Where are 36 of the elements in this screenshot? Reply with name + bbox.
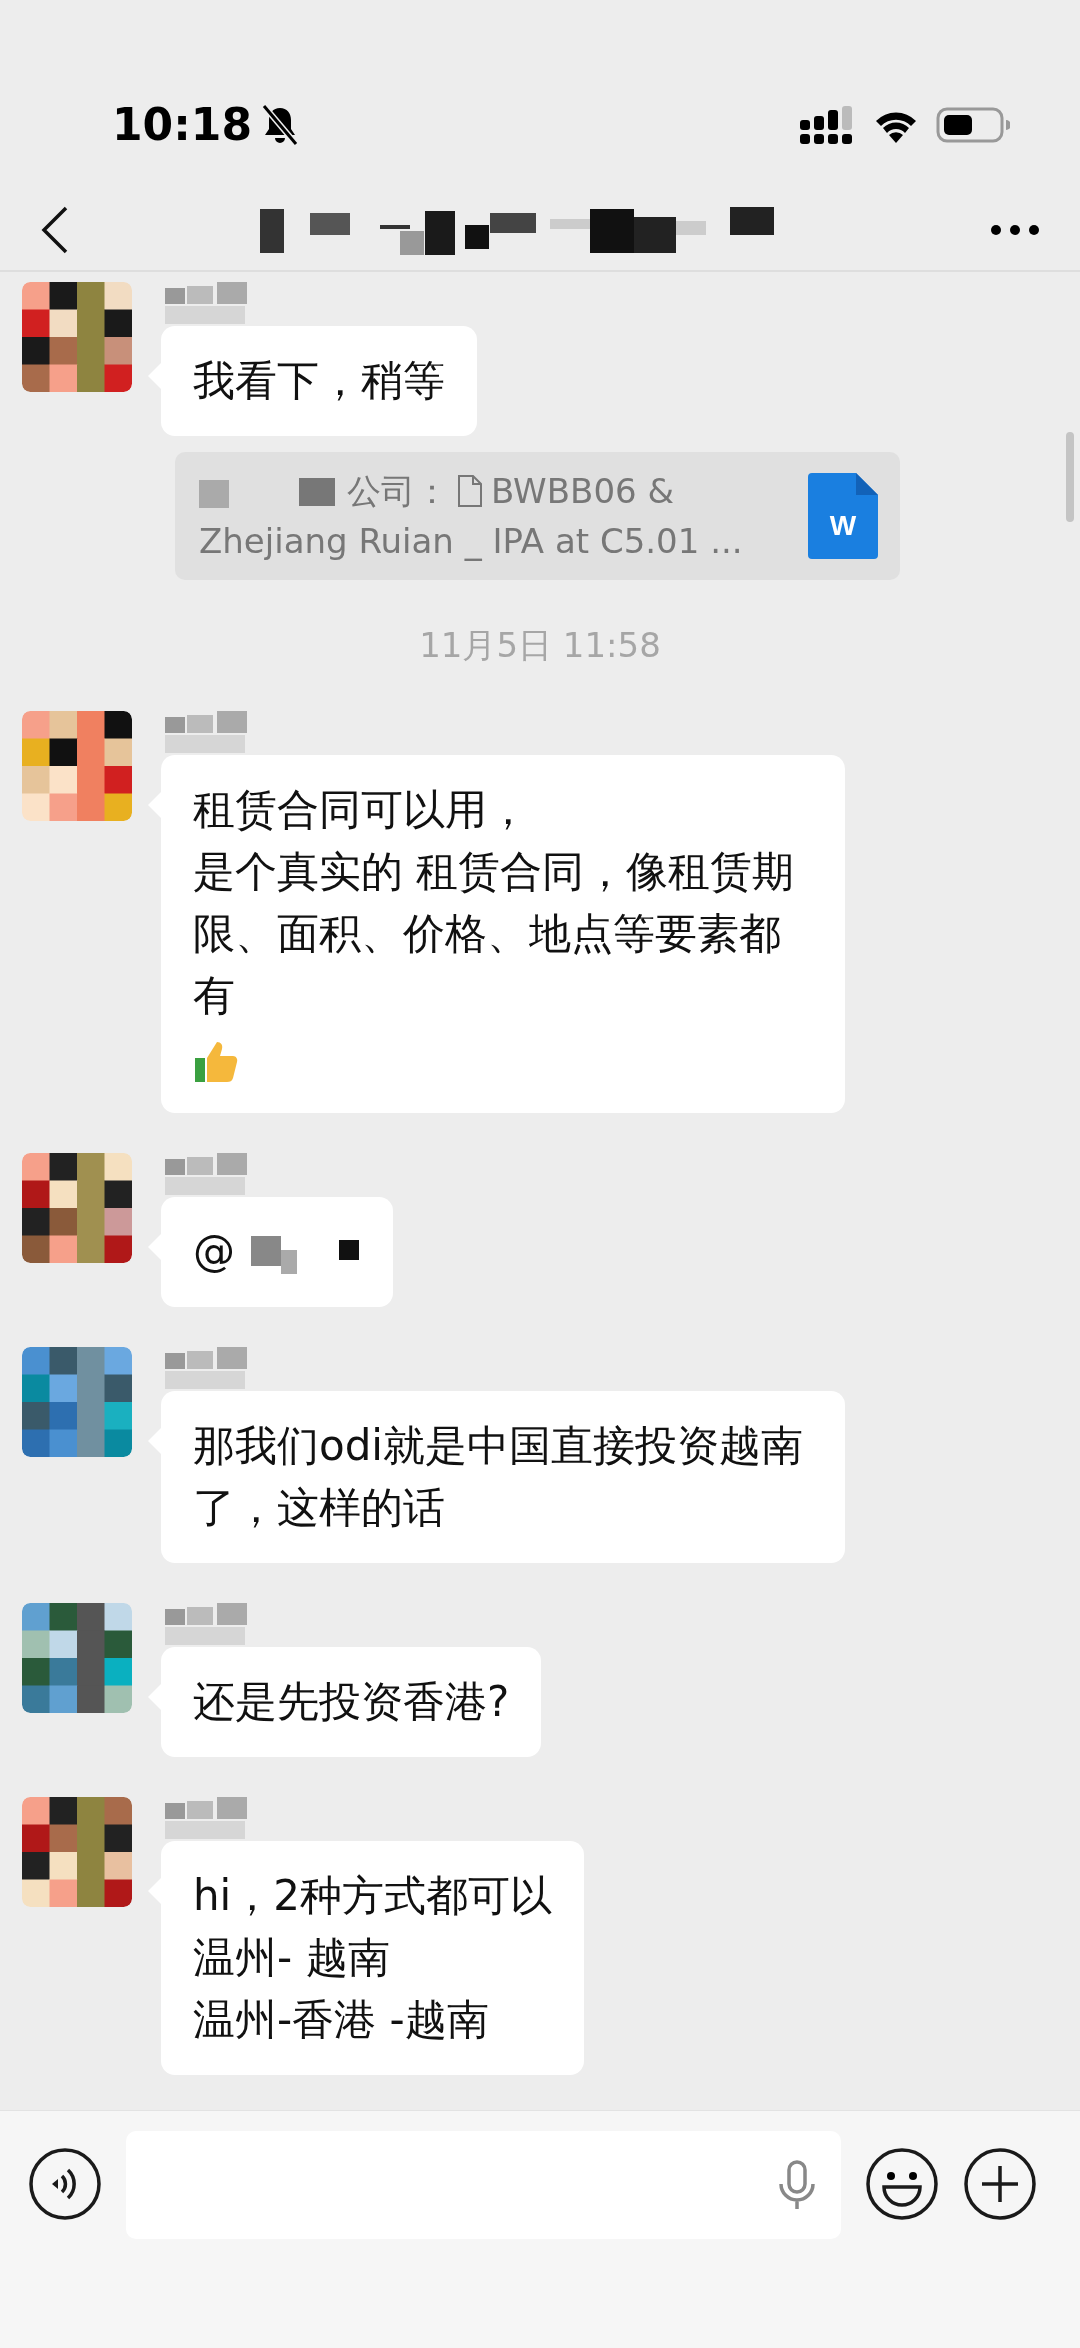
avatar-icon[interactable] bbox=[22, 1797, 132, 1907]
avatar-icon[interactable] bbox=[22, 711, 132, 821]
voice-icon[interactable] bbox=[28, 2147, 102, 2221]
message-text: 我看下，稍等 bbox=[193, 355, 445, 407]
message-input[interactable] bbox=[126, 2131, 841, 2239]
quote-text: Zhejiang Ruian _ IPA at C5.01 ... bbox=[199, 520, 743, 563]
document-icon bbox=[457, 474, 483, 508]
message-bubble[interactable]: 租赁合同可以用， 是个真实的 租赁合同，像租赁期限、面积、价格、地点等要素都有 bbox=[161, 755, 845, 1113]
message-bubble[interactable]: 那我们odi就是中国直接投资越南了，这样的话 bbox=[161, 1391, 845, 1563]
battery-icon bbox=[936, 107, 1010, 143]
add-icon[interactable] bbox=[963, 2147, 1037, 2221]
message-text: 温州- 越南 bbox=[193, 1932, 390, 1984]
more-icon[interactable] bbox=[990, 224, 1040, 236]
message-text: 还是先投资香港? bbox=[193, 1676, 510, 1728]
avatar-icon[interactable] bbox=[22, 1153, 132, 1263]
message-bubble[interactable]: @ bbox=[161, 1197, 393, 1307]
avatar-icon[interactable] bbox=[22, 282, 132, 392]
message-text: 温州-香港 -越南 bbox=[193, 1994, 489, 2046]
message-bubble[interactable]: 还是先投资香港? bbox=[161, 1647, 542, 1757]
message-text: @ bbox=[193, 1226, 235, 1278]
message-text: hi，2种方式都可以 bbox=[193, 1870, 552, 1922]
microphone-icon[interactable] bbox=[777, 2160, 817, 2210]
timestamp: 11月5日 11:58 bbox=[419, 625, 661, 665]
file-name: BWBB06 & bbox=[491, 470, 674, 513]
quoted-message[interactable]: 公司： BWBB06 & Zhejiang Ruian _ IPA at C5.01 ... W bbox=[175, 452, 900, 580]
quote-text: 公司： bbox=[347, 470, 449, 513]
message-bubble[interactable]: 我看下，稍等 bbox=[161, 326, 477, 436]
message-bubble[interactable]: hi，2种方式都可以 温州- 越南 温州-香港 -越南 bbox=[161, 1841, 584, 2075]
back-icon[interactable] bbox=[40, 205, 70, 255]
message-text: 那我们odi就是中国直接投资越南了，这样的话 bbox=[193, 1420, 805, 1534]
message-text: 租赁合同可以用， bbox=[193, 784, 529, 836]
message-text: 是个真实的 租赁合同，像租赁期限、面积、价格、地点等要素都有 bbox=[193, 846, 796, 1022]
emoji-icon[interactable] bbox=[865, 2147, 939, 2221]
scrollbar[interactable] bbox=[1066, 432, 1074, 522]
status-time: 10:18 bbox=[112, 98, 253, 152]
word-file-icon: W bbox=[808, 473, 878, 559]
